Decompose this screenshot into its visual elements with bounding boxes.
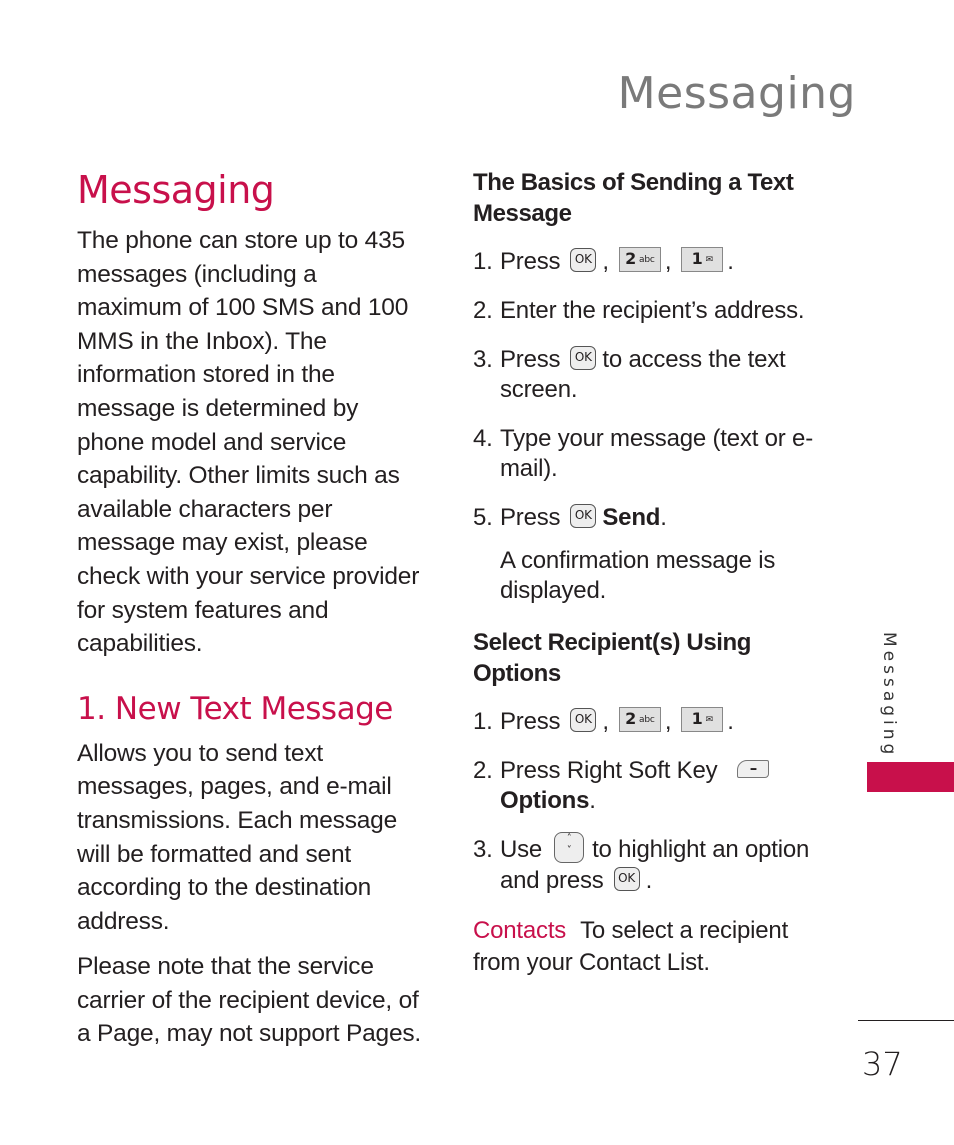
page-number: 37 xyxy=(862,1045,903,1083)
step-text: to highlight an option and press xyxy=(500,836,810,895)
step-text: Press Right Soft Key xyxy=(500,757,718,784)
step-text: Press xyxy=(500,504,561,531)
key-main: 1 xyxy=(691,249,703,269)
key-1-voicemail-icon: 1 ✉ xyxy=(681,707,724,733)
key-main: 2 xyxy=(625,249,636,269)
step-number: 1. xyxy=(473,708,493,735)
step-text: Press xyxy=(500,708,561,735)
footer-rule xyxy=(858,1020,954,1021)
navigation-key-icon: ˄ ˅ xyxy=(554,832,585,864)
right-column: The Basics of Sending a Text Message 1. … xyxy=(473,168,818,979)
step-text: Use xyxy=(500,836,543,863)
separator: . xyxy=(589,787,596,814)
separator: , xyxy=(602,708,609,735)
step-text: Press xyxy=(500,248,561,275)
key-sub: abc xyxy=(639,715,655,726)
select-recipient-heading: Select Recipient(s) Using Options xyxy=(473,629,752,687)
ok-key-icon: OK xyxy=(570,247,597,272)
subsection-title: 1. New Text Message xyxy=(77,690,393,727)
basics-step-5: 5. Press OK Send. xyxy=(473,503,818,533)
basics-step-4: 4. Type your message (text or e-mail). xyxy=(473,424,818,484)
ok-key-icon: OK xyxy=(570,345,597,370)
left-column: Messaging The phone can store up to 435 … xyxy=(77,168,427,1063)
key-sub: ✉ xyxy=(705,255,714,266)
contacts-label: Contacts xyxy=(473,917,567,945)
basics-step-1: 1. Press OK, 2 abc, 1 ✉. xyxy=(473,247,818,277)
step-number: 2. xyxy=(473,757,493,784)
basics-step-3: 3. Press OK to access the text screen. xyxy=(473,345,818,405)
subsection-paragraph: Allows you to send text messages, pages,… xyxy=(77,739,398,935)
contacts-option: Contacts To select a recipient from your … xyxy=(473,915,818,979)
select-step-1: 1. Press OK, 2 abc, 1 ✉. xyxy=(473,707,818,737)
step-number: 3. xyxy=(473,836,493,863)
step-number: 5. xyxy=(473,504,493,531)
section-title: Messaging xyxy=(77,168,275,212)
key-1-voicemail-icon: 1 ✉ xyxy=(681,247,724,273)
ok-key-icon: OK xyxy=(570,707,597,732)
step-number: 2. xyxy=(473,297,493,324)
right-soft-key-icon: – xyxy=(737,759,770,778)
key-2-abc-icon: 2 abc xyxy=(618,247,661,273)
nav-up-glyph: ˄ xyxy=(566,833,572,845)
key-main: 2 xyxy=(625,709,636,729)
key-sub: ✉ xyxy=(705,715,714,726)
step-number: 1. xyxy=(473,248,493,275)
separator: . xyxy=(660,504,667,531)
key-main: 1 xyxy=(691,709,703,729)
separator: . xyxy=(645,867,653,895)
running-header-title: Messaging xyxy=(617,68,856,119)
step-text: Enter the recipient’s address. xyxy=(500,297,805,324)
separator: , xyxy=(602,248,609,275)
separator: . xyxy=(727,708,734,735)
key-2-abc-icon: 2 abc xyxy=(618,707,661,733)
select-step-2: 2. Press Right Soft Key – Options. xyxy=(473,756,818,816)
subsection-paragraph: Please note that the service carrier of … xyxy=(77,953,422,1048)
step-number: 3. xyxy=(473,346,493,373)
basics-step-2: 2. Enter the recipient’s address. xyxy=(473,296,818,326)
ok-key-icon: OK xyxy=(613,866,640,891)
step-text: Type your message (text or e-mail). xyxy=(500,425,813,482)
separator: , xyxy=(664,708,672,735)
side-tab-label: Messaging xyxy=(879,632,899,759)
intro-paragraph: The phone can store up to 435 messages (… xyxy=(77,227,420,658)
separator: , xyxy=(664,248,672,275)
step-text: Press xyxy=(500,346,561,373)
step-bold-text: Options xyxy=(500,787,590,814)
confirmation-note: A confirmation message is displayed. xyxy=(500,547,776,604)
ok-key-icon: OK xyxy=(570,503,597,528)
step-bold-text: Send xyxy=(602,504,661,531)
select-step-3: 3. Use ˄ ˅ to highlight an option and press… xyxy=(473,832,818,896)
key-sub: abc xyxy=(639,255,655,266)
separator: . xyxy=(727,248,734,275)
step-number: 4. xyxy=(473,425,493,452)
basics-heading: The Basics of Sending a Text Message xyxy=(473,169,794,227)
side-tab-marker xyxy=(867,762,954,792)
nav-down-glyph: ˅ xyxy=(566,845,572,857)
